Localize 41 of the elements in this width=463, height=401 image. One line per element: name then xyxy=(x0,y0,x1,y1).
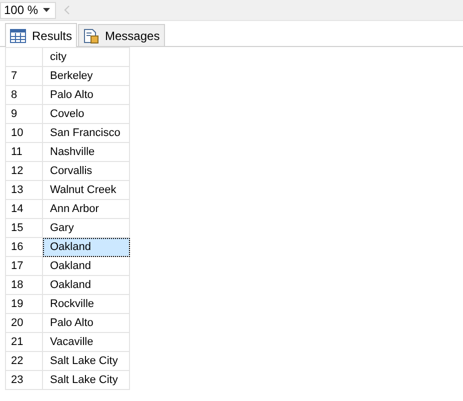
row-number: 12 xyxy=(6,162,42,180)
row-number: 7 xyxy=(6,66,42,86)
row-number: 21 xyxy=(6,332,42,352)
dropdown-arrow-icon xyxy=(43,8,50,12)
table-cell[interactable]: Salt Lake City xyxy=(42,370,130,390)
table-cell[interactable]: Ann Arbor xyxy=(42,200,130,218)
table-cell[interactable]: Nashville xyxy=(42,142,130,162)
row-number: 9 xyxy=(6,104,42,124)
row-number: 17 xyxy=(6,256,42,276)
scroll-left-icon[interactable] xyxy=(64,5,70,15)
row-number: 8 xyxy=(6,86,42,104)
row-number: 13 xyxy=(6,180,42,200)
column-header: city xyxy=(42,48,130,66)
result-tab[interactable]: Results xyxy=(5,23,78,47)
table-cell[interactable]: San Francisco xyxy=(42,124,130,142)
table-cell[interactable]: Vacaville xyxy=(42,332,130,352)
table-cell[interactable]: Rockville xyxy=(42,294,130,314)
table-cell[interactable]: Salt Lake City xyxy=(42,352,130,370)
grid-icon xyxy=(10,28,26,42)
table-cell[interactable]: Covelo xyxy=(42,104,130,124)
result-tab[interactable]: Messages xyxy=(78,24,165,46)
table-cell[interactable]: Oakland xyxy=(42,256,130,276)
row-number: 23 xyxy=(6,370,42,390)
row-number: 22 xyxy=(6,352,42,370)
table-cell[interactable]: Corvallis xyxy=(42,162,130,180)
table-cell[interactable]: Oakland xyxy=(42,276,130,294)
row-number: 18 xyxy=(6,276,42,294)
table-cell[interactable]: Palo Alto xyxy=(42,314,130,332)
row-number: 15 xyxy=(6,218,42,238)
document-icon xyxy=(83,28,100,44)
table-cell[interactable]: Palo Alto xyxy=(42,86,130,104)
row-number: 20 xyxy=(6,314,42,332)
row-number: 11 xyxy=(6,142,42,162)
table-cell[interactable]: Walnut Creek xyxy=(42,180,130,200)
row-number: 10 xyxy=(6,124,42,142)
table-cell[interactable]: Berkeley xyxy=(42,66,130,86)
corner-cell xyxy=(6,48,42,66)
zoom-dropdown[interactable]: 100 % xyxy=(0,2,56,18)
table-cell[interactable]: Oakland xyxy=(42,238,130,256)
row-number: 14 xyxy=(6,200,42,218)
row-number: 19 xyxy=(6,294,42,314)
